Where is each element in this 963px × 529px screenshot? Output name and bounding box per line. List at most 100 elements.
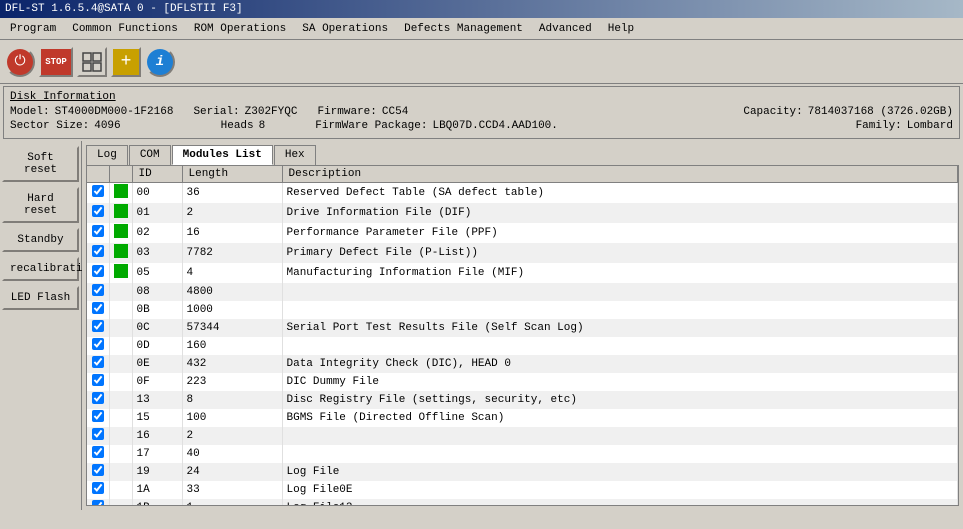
row-length: 57344 <box>182 319 282 337</box>
row-length: 2 <box>182 203 282 223</box>
col-id: ID <box>132 166 182 183</box>
row-checkbox[interactable] <box>92 225 104 237</box>
row-checkbox[interactable] <box>92 284 104 296</box>
row-description: Log File0E <box>282 481 958 499</box>
menu-program[interactable]: Program <box>2 21 64 37</box>
heads-label: Heads <box>221 120 254 132</box>
grid-button[interactable] <box>77 47 107 77</box>
serial-label: Serial: <box>193 106 239 118</box>
row-id: 02 <box>132 223 182 243</box>
stop-button[interactable]: STOP <box>39 47 73 77</box>
firmware-pkg-value: LBQ07D.CCD4.AAD100. <box>432 120 557 132</box>
menu-common-functions[interactable]: Common Functions <box>64 21 186 37</box>
row-description <box>282 445 958 463</box>
row-id: 01 <box>132 203 182 223</box>
table-row: 054Manufacturing Information File (MIF) <box>87 263 958 283</box>
row-length: 1000 <box>182 301 282 319</box>
row-id: 0F <box>132 373 182 391</box>
col-checkbox <box>87 166 109 183</box>
row-checkbox[interactable] <box>92 205 104 217</box>
row-length: 7782 <box>182 243 282 263</box>
standby-button[interactable]: Standby <box>2 228 79 252</box>
menu-help[interactable]: Help <box>600 21 642 37</box>
green-indicator <box>114 224 128 238</box>
row-description: DIC Dummy File <box>282 373 958 391</box>
row-description: Manufacturing Information File (MIF) <box>282 263 958 283</box>
row-description: Serial Port Test Results File (Self Scan… <box>282 319 958 337</box>
add-button[interactable]: + <box>111 47 141 77</box>
table-row: 1924Log File <box>87 463 958 481</box>
row-checkbox[interactable] <box>92 265 104 277</box>
power-button[interactable]: ⏻ <box>5 47 35 77</box>
row-length: 100 <box>182 409 282 427</box>
menu-advanced[interactable]: Advanced <box>531 21 600 37</box>
row-checkbox[interactable] <box>92 428 104 440</box>
row-length: 4 <box>182 263 282 283</box>
col-green <box>109 166 132 183</box>
tab-com[interactable]: COM <box>129 145 171 165</box>
table-row: 0B1000 <box>87 301 958 319</box>
tab-log[interactable]: Log <box>86 145 128 165</box>
firmware-pkg-label: FirmWare Package: <box>315 120 427 132</box>
title-text: DFL-ST 1.6.5.4@SATA 0 - [DFLSTII F3] <box>5 3 243 15</box>
tab-modules-list[interactable]: Modules List <box>172 145 273 165</box>
row-description: Primary Defect File (P-List)) <box>282 243 958 263</box>
row-checkbox[interactable] <box>92 185 104 197</box>
row-checkbox[interactable] <box>92 410 104 422</box>
table-container: ID Length Description 0036Reserved Defec… <box>86 165 959 506</box>
row-checkbox[interactable] <box>92 464 104 476</box>
row-checkbox[interactable] <box>92 500 104 506</box>
row-length: 40 <box>182 445 282 463</box>
row-id: 0E <box>132 355 182 373</box>
table-row: 0F223DIC Dummy File <box>87 373 958 391</box>
row-length: 16 <box>182 223 282 243</box>
row-id: 0C <box>132 319 182 337</box>
row-length: 33 <box>182 481 282 499</box>
tab-hex[interactable]: Hex <box>274 145 316 165</box>
table-row: 0036Reserved Defect Table (SA defect tab… <box>87 183 958 204</box>
main-area: Soft reset Hard reset Standby recalibrat… <box>0 141 963 510</box>
table-row: 162 <box>87 427 958 445</box>
info-button[interactable]: i <box>145 47 175 77</box>
row-description: Data Integrity Check (DIC), HEAD 0 <box>282 355 958 373</box>
tab-bar: Log COM Modules List Hex <box>82 141 963 165</box>
disk-info-title: Disk Information <box>10 91 953 103</box>
row-description <box>282 427 958 445</box>
menu-defects-management[interactable]: Defects Management <box>396 21 531 37</box>
row-id: 00 <box>132 183 182 204</box>
row-checkbox[interactable] <box>92 482 104 494</box>
firmware-value: CC54 <box>382 106 408 118</box>
row-length: 1 <box>182 499 282 506</box>
table-row: 012Drive Information File (DIF) <box>87 203 958 223</box>
recalibration-button[interactable]: recalibration <box>2 257 79 281</box>
row-checkbox[interactable] <box>92 446 104 458</box>
table-row: 0D160 <box>87 337 958 355</box>
led-flash-button[interactable]: LED Flash <box>2 286 79 310</box>
row-checkbox[interactable] <box>92 374 104 386</box>
row-id: 0D <box>132 337 182 355</box>
soft-reset-button[interactable]: Soft reset <box>2 146 79 182</box>
row-length: 2 <box>182 427 282 445</box>
table-row: 0E432Data Integrity Check (DIC), HEAD 0 <box>87 355 958 373</box>
row-checkbox[interactable] <box>92 356 104 368</box>
row-checkbox[interactable] <box>92 302 104 314</box>
row-id: 03 <box>132 243 182 263</box>
row-checkbox[interactable] <box>92 320 104 332</box>
row-checkbox[interactable] <box>92 392 104 404</box>
row-checkbox[interactable] <box>92 245 104 257</box>
menu-sa-operations[interactable]: SA Operations <box>294 21 396 37</box>
table-row: 15100BGMS File (Directed Offline Scan) <box>87 409 958 427</box>
firmware-label: Firmware: <box>317 106 376 118</box>
row-id: 1B <box>132 499 182 506</box>
family-value: Lombard <box>907 120 953 132</box>
menu-bar: Program Common Functions ROM Operations … <box>0 18 963 40</box>
table-row: 1A33Log File0E <box>87 481 958 499</box>
green-indicator <box>114 244 128 258</box>
row-checkbox[interactable] <box>92 338 104 350</box>
table-row: 1B1Log File13 <box>87 499 958 506</box>
hard-reset-button[interactable]: Hard reset <box>2 187 79 223</box>
row-id: 15 <box>132 409 182 427</box>
row-description: Log File <box>282 463 958 481</box>
row-description: Reserved Defect Table (SA defect table) <box>282 183 958 204</box>
menu-rom-operations[interactable]: ROM Operations <box>186 21 294 37</box>
